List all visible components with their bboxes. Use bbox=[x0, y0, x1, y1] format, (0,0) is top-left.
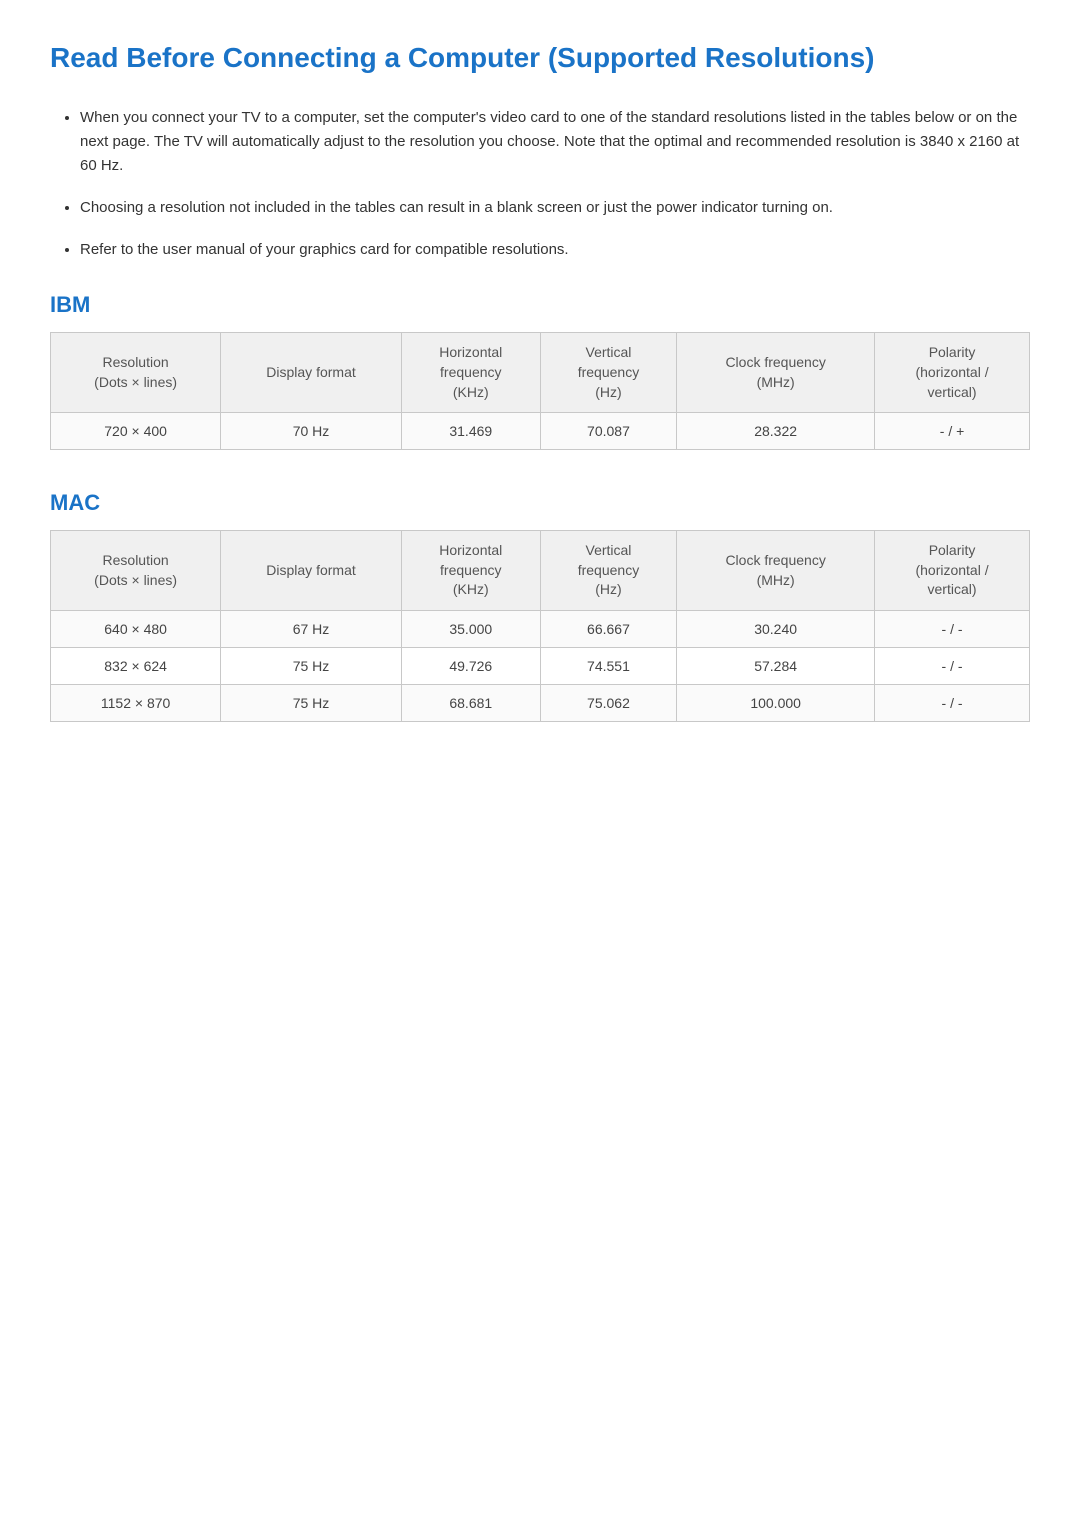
table-row: 832 × 62475 Hz49.72674.55157.284- / - bbox=[51, 647, 1030, 684]
cell-clock: 57.284 bbox=[677, 647, 875, 684]
cell-v_freq: 75.062 bbox=[540, 684, 676, 721]
cell-resolution: 720 × 400 bbox=[51, 413, 221, 450]
ibm-col-polarity: Polarity(horizontal /vertical) bbox=[875, 333, 1030, 413]
ibm-section: IBM Resolution(Dots × lines) Display for… bbox=[50, 292, 1030, 450]
page-title: Read Before Connecting a Computer (Suppo… bbox=[50, 40, 1030, 76]
cell-polarity: - / - bbox=[875, 610, 1030, 647]
cell-clock: 30.240 bbox=[677, 610, 875, 647]
cell-resolution: 1152 × 870 bbox=[51, 684, 221, 721]
bullet-3: Refer to the user manual of your graphic… bbox=[80, 238, 1030, 262]
table-row: 1152 × 87075 Hz68.68175.062100.000- / - bbox=[51, 684, 1030, 721]
mac-col-h-freq: Horizontalfrequency(KHz) bbox=[401, 531, 540, 611]
mac-col-display-format: Display format bbox=[221, 531, 402, 611]
cell-resolution: 832 × 624 bbox=[51, 647, 221, 684]
cell-v_freq: 70.087 bbox=[540, 413, 676, 450]
ibm-col-clock: Clock frequency(MHz) bbox=[677, 333, 875, 413]
bullet-1: When you connect your TV to a computer, … bbox=[80, 106, 1030, 178]
ibm-col-h-freq: Horizontalfrequency(KHz) bbox=[401, 333, 540, 413]
mac-col-resolution: Resolution(Dots × lines) bbox=[51, 531, 221, 611]
mac-heading: MAC bbox=[50, 490, 1030, 516]
cell-h_freq: 31.469 bbox=[401, 413, 540, 450]
ibm-col-resolution: Resolution(Dots × lines) bbox=[51, 333, 221, 413]
cell-h_freq: 49.726 bbox=[401, 647, 540, 684]
mac-col-clock: Clock frequency(MHz) bbox=[677, 531, 875, 611]
mac-col-polarity: Polarity(horizontal /vertical) bbox=[875, 531, 1030, 611]
cell-display_format: 70 Hz bbox=[221, 413, 402, 450]
mac-section: MAC Resolution(Dots × lines) Display for… bbox=[50, 490, 1030, 722]
cell-h_freq: 35.000 bbox=[401, 610, 540, 647]
cell-v_freq: 74.551 bbox=[540, 647, 676, 684]
cell-v_freq: 66.667 bbox=[540, 610, 676, 647]
cell-clock: 100.000 bbox=[677, 684, 875, 721]
cell-display_format: 67 Hz bbox=[221, 610, 402, 647]
cell-display_format: 75 Hz bbox=[221, 684, 402, 721]
cell-resolution: 640 × 480 bbox=[51, 610, 221, 647]
cell-polarity: - / + bbox=[875, 413, 1030, 450]
cell-clock: 28.322 bbox=[677, 413, 875, 450]
ibm-heading: IBM bbox=[50, 292, 1030, 318]
ibm-table-header-row: Resolution(Dots × lines) Display format … bbox=[51, 333, 1030, 413]
ibm-col-display-format: Display format bbox=[221, 333, 402, 413]
ibm-table: Resolution(Dots × lines) Display format … bbox=[50, 332, 1030, 450]
bullet-2: Choosing a resolution not included in th… bbox=[80, 196, 1030, 220]
ibm-col-v-freq: Verticalfrequency(Hz) bbox=[540, 333, 676, 413]
mac-table: Resolution(Dots × lines) Display format … bbox=[50, 530, 1030, 722]
cell-display_format: 75 Hz bbox=[221, 647, 402, 684]
cell-h_freq: 68.681 bbox=[401, 684, 540, 721]
cell-polarity: - / - bbox=[875, 684, 1030, 721]
intro-bullets: When you connect your TV to a computer, … bbox=[80, 106, 1030, 262]
cell-polarity: - / - bbox=[875, 647, 1030, 684]
mac-col-v-freq: Verticalfrequency(Hz) bbox=[540, 531, 676, 611]
mac-table-header-row: Resolution(Dots × lines) Display format … bbox=[51, 531, 1030, 611]
table-row: 640 × 48067 Hz35.00066.66730.240- / - bbox=[51, 610, 1030, 647]
table-row: 720 × 40070 Hz31.46970.08728.322- / + bbox=[51, 413, 1030, 450]
